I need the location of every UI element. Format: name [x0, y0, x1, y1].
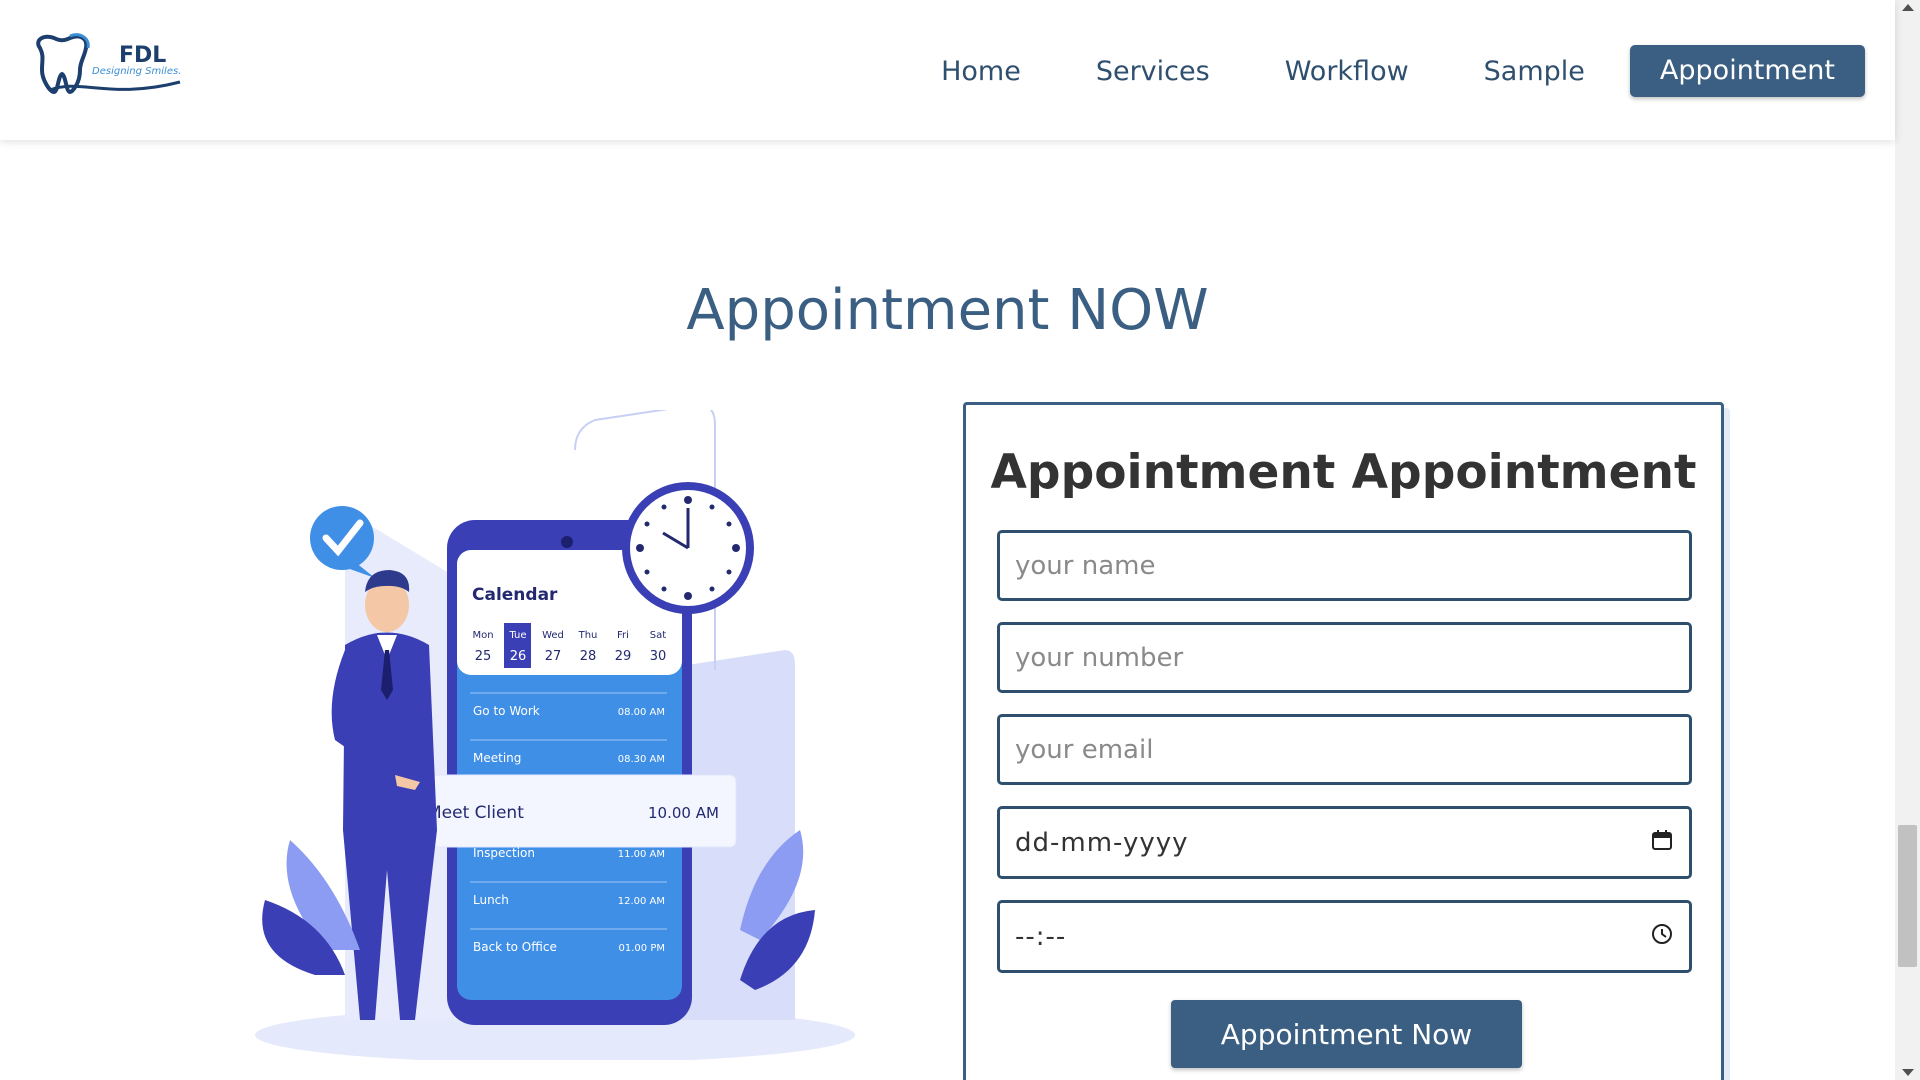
calendar-day-label: Mon	[472, 630, 493, 641]
calendar-day-label: Wed	[542, 630, 564, 641]
email-input[interactable]	[1015, 717, 1689, 782]
calendar-date-label: 29	[615, 649, 632, 664]
highlight-event-time: 10.00 AM	[648, 804, 719, 822]
clock-icon[interactable]	[1651, 922, 1673, 952]
name-field[interactable]	[997, 530, 1692, 601]
nav-appointment-button[interactable]: Appointment	[1629, 45, 1865, 97]
calendar-illustration: Calendar Mon 25 Tue 26 Wed 27 Thu 28 Fri 29 Sat 30 …	[215, 403, 895, 1063]
calendar-event-name: Inspection	[473, 846, 535, 860]
nav-workflow[interactable]: Workflow	[1285, 56, 1409, 87]
page-scrollbar[interactable]	[1895, 0, 1920, 1080]
calendar-day-label: Sat	[650, 630, 666, 641]
calendar-title: Calendar	[472, 585, 558, 605]
calendar-event-name: Meeting	[473, 751, 521, 765]
number-field[interactable]	[997, 622, 1692, 693]
appointment-now-button[interactable]: Appointment Now	[1171, 1000, 1522, 1068]
scroll-up-arrow-icon[interactable]	[1902, 4, 1914, 11]
email-field[interactable]	[997, 714, 1692, 785]
calendar-date-label: 28	[580, 649, 597, 664]
brand-tagline: Designing Smiles.	[92, 66, 182, 77]
calendar-day-label: Tue	[508, 630, 526, 641]
calendar-event-time: 01.00 PM	[619, 943, 665, 954]
calendar-event-time: 11.00 AM	[618, 849, 665, 860]
section-title: Appointment NOW	[686, 278, 1209, 343]
highlight-event-name: Meet Client	[427, 803, 524, 823]
name-input[interactable]	[1015, 533, 1689, 598]
clock-icon	[622, 482, 754, 614]
form-title: Appointment Appointment	[990, 445, 1697, 500]
number-input[interactable]	[1015, 625, 1689, 690]
nav-sample[interactable]: Sample	[1484, 56, 1585, 87]
calendar-date-label: 30	[650, 649, 667, 664]
calendar-day-label: Fri	[617, 630, 629, 641]
calendar-event-name: Lunch	[473, 893, 509, 907]
main-nav: Home Services Workflow Sample Appointmen…	[866, 45, 1865, 97]
nav-services[interactable]: Services	[1096, 56, 1210, 87]
calendar-date-label: 25	[475, 649, 492, 664]
calendar-icon[interactable]	[1651, 828, 1673, 858]
site-header: FDL Designing Smiles. Home Services Work…	[0, 0, 1895, 140]
date-value: dd-mm-yyyy	[1015, 827, 1189, 858]
calendar-event-time: 12.00 AM	[618, 896, 665, 907]
time-field[interactable]: --:--	[997, 900, 1692, 973]
calendar-date-label: 27	[545, 649, 562, 664]
nav-home[interactable]: Home	[941, 56, 1021, 87]
calendar-event-name: Back to Office	[473, 940, 557, 954]
date-field[interactable]: dd-mm-yyyy	[997, 806, 1692, 879]
time-value: --:--	[1015, 921, 1067, 952]
calendar-event-name: Go to Work	[473, 704, 540, 718]
scroll-thumb[interactable]	[1898, 825, 1917, 967]
brand-name: FDL	[119, 43, 167, 68]
appointment-form-card: Appointment Appointment dd-mm-yyyy --:--	[963, 402, 1724, 1080]
calendar-event-time: 08.30 AM	[618, 754, 665, 765]
calendar-event-time: 08.00 AM	[618, 707, 665, 718]
calendar-date-label: 26	[510, 649, 527, 664]
scroll-down-arrow-icon[interactable]	[1902, 1069, 1914, 1076]
calendar-day-label: Thu	[578, 630, 598, 641]
